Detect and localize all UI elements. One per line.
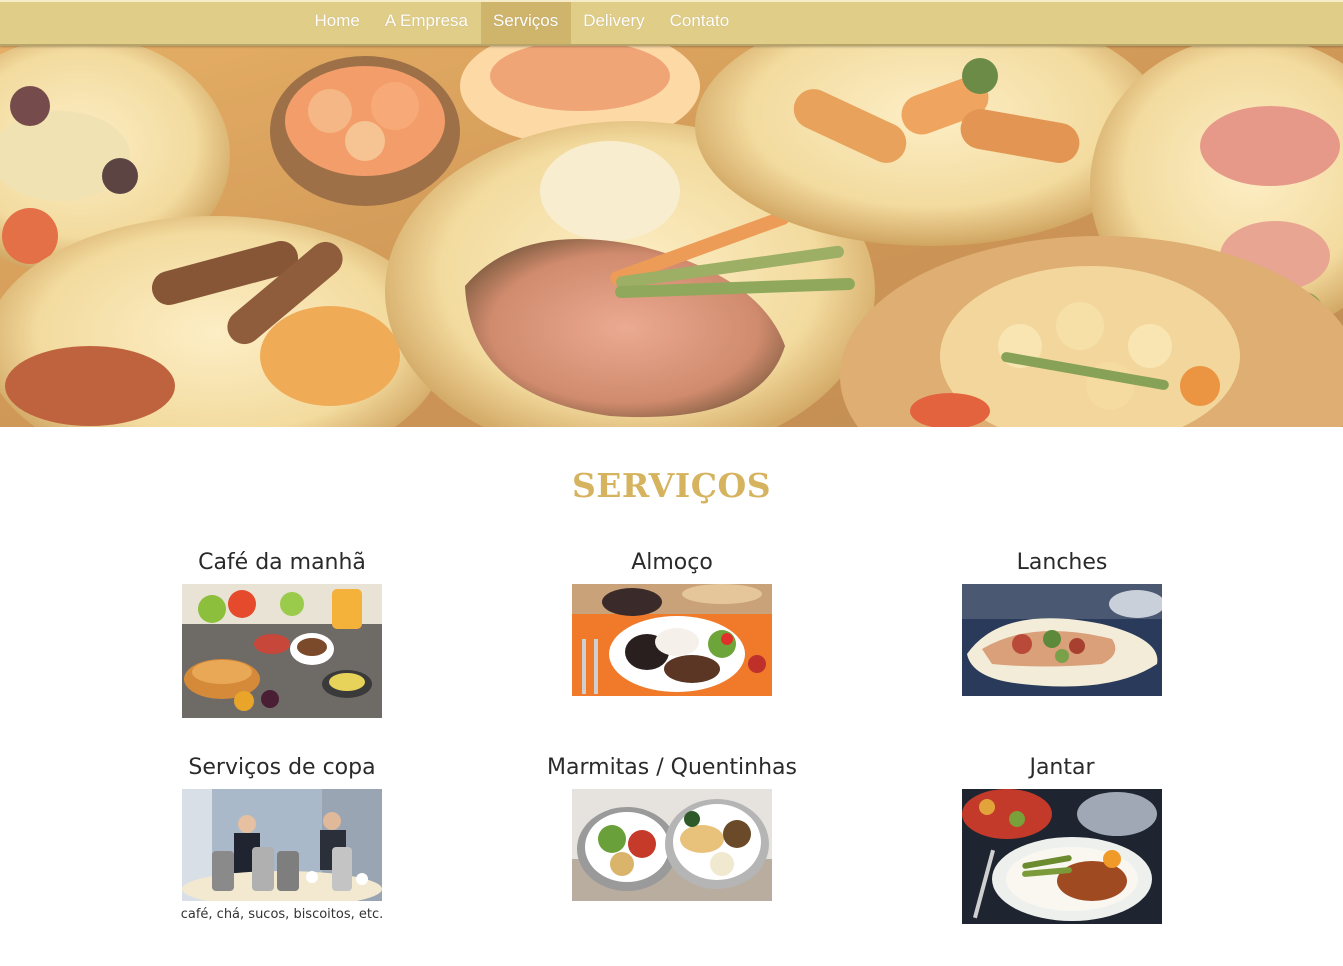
service-title: Almoço — [631, 550, 713, 575]
section-title: SERVIÇOS — [571, 466, 772, 505]
nav-item-delivery[interactable]: Delivery — [571, 2, 657, 44]
breakfast-image[interactable] — [182, 584, 382, 718]
service-title: Serviços de copa — [188, 755, 376, 780]
service-card-marmitas-quentinhas[interactable]: Marmitas / Quentinhas — [522, 753, 822, 907]
nav-item-home[interactable]: Home — [302, 2, 372, 44]
nav-menu: Home A Empresa Serviços Delivery Contato — [302, 2, 742, 44]
service-title: Café da manhã — [198, 550, 366, 575]
top-navbar: Home A Empresa Serviços Delivery Contato — [0, 0, 1343, 46]
nav-item-contato[interactable]: Contato — [657, 2, 742, 44]
nav-item-a-empresa[interactable]: A Empresa — [372, 2, 480, 44]
service-card-almoco[interactable]: Almoço — [522, 548, 822, 702]
service-title: Marmitas / Quentinhas — [547, 755, 797, 780]
snacks-image[interactable] — [962, 584, 1162, 696]
service-card-jantar[interactable]: Jantar — [912, 753, 1212, 930]
lunch-image[interactable] — [572, 584, 772, 696]
hero-banner-image — [0, 46, 1343, 427]
nav-item-servicos[interactable]: Serviços — [480, 2, 571, 44]
coffee-service-image[interactable] — [182, 789, 382, 901]
service-card-cafe-da-manha[interactable]: Café da manhã — [132, 548, 432, 724]
service-title: Jantar — [1029, 755, 1095, 780]
lunchbox-image[interactable] — [572, 789, 772, 901]
service-title: Lanches — [1016, 550, 1108, 575]
dinner-image[interactable] — [962, 789, 1162, 924]
service-card-lanches[interactable]: Lanches — [912, 548, 1212, 702]
service-caption: café, chá, sucos, biscoitos, etc. — [180, 907, 384, 922]
service-card-servicos-de-copa[interactable]: Serviços de copa café, chá, sucos, bisco… — [132, 753, 432, 922]
